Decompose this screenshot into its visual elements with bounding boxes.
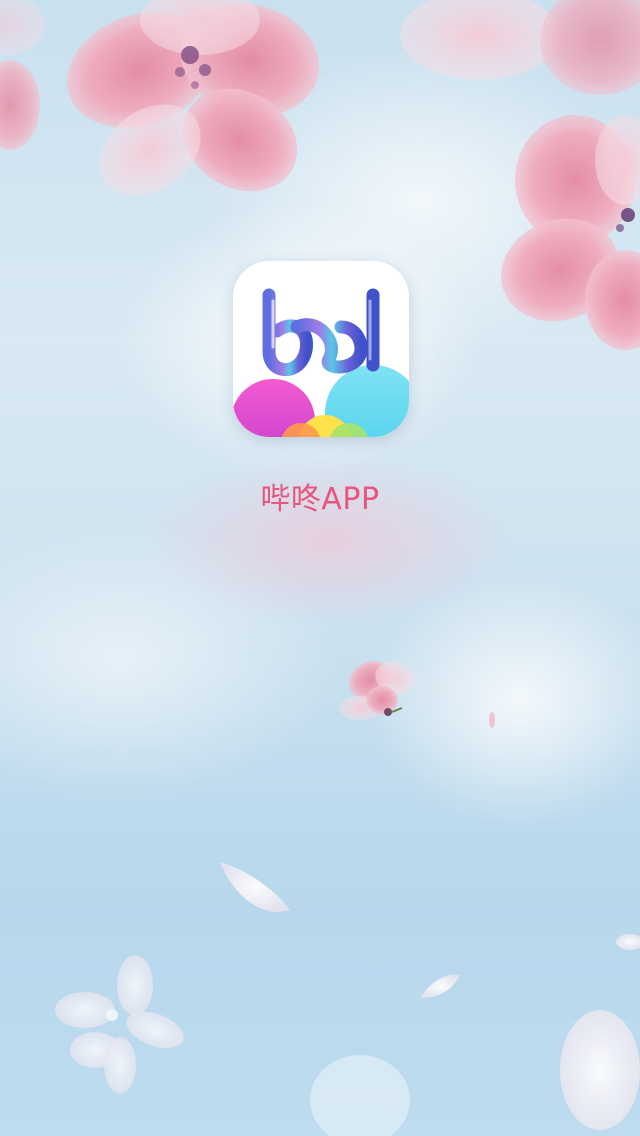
small-blossom [340, 660, 415, 720]
blossom-top-left [67, 0, 320, 196]
petal [420, 974, 460, 998]
petal [220, 862, 290, 912]
bd-logo-icon [233, 261, 409, 437]
blossom-bottom-left [55, 955, 184, 1093]
blossom-top-right [400, 0, 640, 350]
splash-screen: 哔咚APP [0, 0, 640, 1136]
app-name: 哔咚APP [260, 482, 380, 517]
watercolor-background [0, 0, 640, 1136]
